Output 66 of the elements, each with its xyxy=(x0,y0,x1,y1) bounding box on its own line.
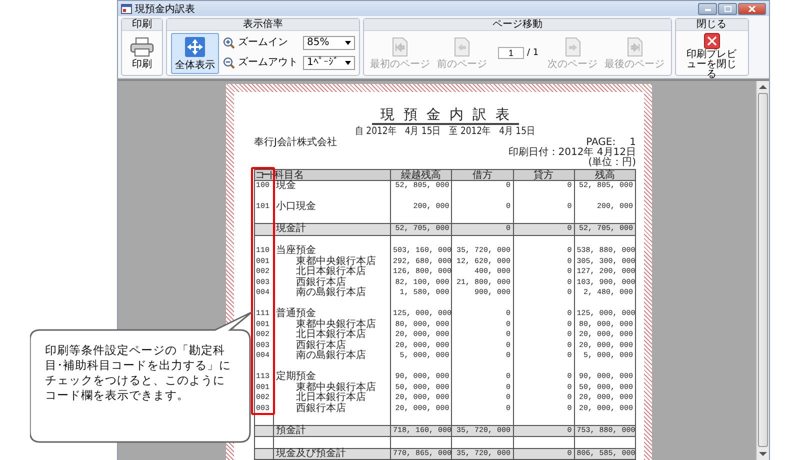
group-title: 表示倍率 xyxy=(167,19,359,31)
account-name-cell: 預金計 xyxy=(274,425,390,436)
column-header: 繰越残高 xyxy=(390,170,452,180)
page-mode-dropdown[interactable]: 1ﾍﾟｰｼﾞ xyxy=(303,56,355,70)
left-arrow-page-icon xyxy=(392,36,408,56)
account-name-cell: 北日本銀行本店 xyxy=(274,393,390,404)
minimize-button[interactable] xyxy=(698,2,717,14)
account-name-cell: 現金計 xyxy=(274,224,390,235)
callout-text: 印刷等条件設定ページの「勘定科目･補助科目コードを出力する」にチェックをつけると、このようにコード欄を表示できます。 xyxy=(45,343,231,403)
right-arrow-page-icon xyxy=(626,36,643,56)
account-name-cell: 現金及び預金計 xyxy=(274,448,390,460)
print-date: 印刷日付：2012年 4月12日 xyxy=(508,148,636,158)
account-name-cell: 小口現金 xyxy=(274,202,390,212)
window-title: 現預金内訳表 xyxy=(135,2,195,16)
account-name-cell: 東都中央銀行本店 xyxy=(274,256,390,267)
account-name-cell: 西銀行本店 xyxy=(274,278,390,288)
account-name-cell: 当座預金 xyxy=(274,246,390,256)
column-header: 残高 xyxy=(574,170,636,180)
left-arrow-page-icon xyxy=(454,36,470,56)
column-header: 借方 xyxy=(452,170,513,180)
page-number: 1 xyxy=(630,138,636,148)
account-name-cell: 普通預金 xyxy=(274,309,390,320)
maximize-icon xyxy=(724,6,732,12)
account-name-cell: 北日本銀行本店 xyxy=(274,330,390,340)
group-title: ページ移動 xyxy=(364,19,671,31)
scroll-thumb[interactable] xyxy=(758,93,768,447)
account-name-cell: 現金 xyxy=(274,180,390,192)
group-title: 閉じる xyxy=(676,19,748,31)
unit-label: (単位：円) xyxy=(588,158,636,168)
page-total: / 1 xyxy=(527,48,539,58)
caret-icon xyxy=(345,61,351,65)
page-number-field[interactable]: 1 xyxy=(498,47,524,59)
group-title: 印刷 xyxy=(122,19,162,31)
right-arrow-page-icon xyxy=(564,36,581,56)
account-name-cell: 東都中央銀行本店 xyxy=(274,320,390,330)
account-name-cell: 南の島銀行本店 xyxy=(274,288,390,298)
column-header: 貸方 xyxy=(513,170,574,180)
account-name-cell: 南の島銀行本店 xyxy=(274,351,390,362)
account-name-cell: 西銀行本店 xyxy=(274,404,390,414)
zoom-level-dropdown[interactable]: 85% xyxy=(303,36,355,50)
caret-icon xyxy=(345,41,351,45)
close-icon xyxy=(748,6,756,12)
expand-arrows-icon xyxy=(184,36,206,58)
scroll-up-icon xyxy=(759,84,767,90)
print-button[interactable]: 印刷 xyxy=(126,34,158,72)
report-period: 自 2012年 4月 15日 至 2012年 4月 15日 xyxy=(354,126,536,138)
column-header: コード xyxy=(254,170,274,180)
close-button[interactable] xyxy=(738,2,766,14)
zoom-out-button[interactable]: ズームアウト xyxy=(223,57,299,69)
scroll-down-icon xyxy=(759,451,767,457)
zoom-out-icon xyxy=(223,57,235,69)
company-name: 奉行J会計株式会社 xyxy=(254,138,337,148)
zoom-in-button[interactable]: ズームイン xyxy=(223,37,299,49)
close-icon xyxy=(704,33,720,49)
account-name-cell: 東都中央銀行本店 xyxy=(274,382,390,393)
account-name-cell: 定期預金 xyxy=(274,372,390,382)
maximize-button[interactable] xyxy=(718,2,737,14)
page-label: PAGE: xyxy=(586,138,616,148)
printer-icon xyxy=(130,36,154,56)
app-icon xyxy=(121,3,132,14)
account-name-cell: 北日本銀行本店 xyxy=(274,267,390,278)
account-name-cell: 西銀行本店 xyxy=(274,340,390,351)
zoom-in-icon xyxy=(223,37,235,49)
vertical-scrollbar[interactable] xyxy=(756,81,769,460)
fit-page-button[interactable]: 全体表示 xyxy=(171,32,219,74)
report-title: 現預金内訳表 xyxy=(372,108,518,125)
